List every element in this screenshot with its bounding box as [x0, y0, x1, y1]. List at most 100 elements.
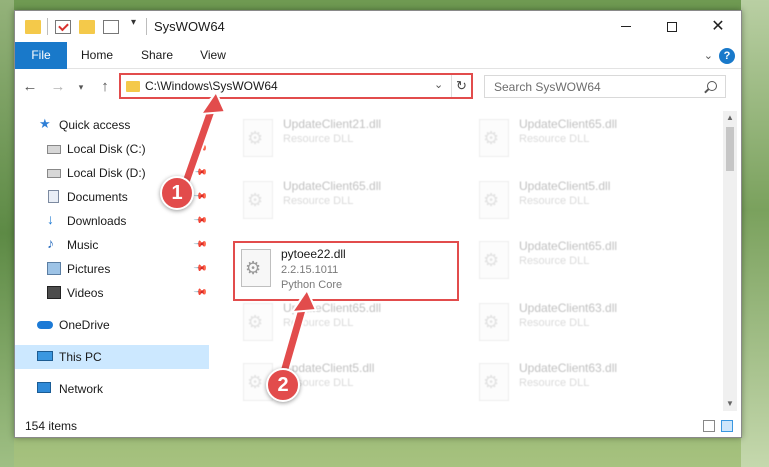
back-button[interactable]: ←	[20, 77, 40, 97]
minimize-icon	[621, 26, 631, 28]
forward-button[interactable]: →	[48, 77, 68, 97]
search-icon[interactable]	[707, 81, 717, 91]
pin-icon: 📌	[193, 236, 209, 252]
drive-icon	[47, 145, 61, 154]
pin-icon: 📌	[193, 260, 209, 276]
file-name: UpdateClient63.dll	[519, 361, 618, 375]
navigation-pane: ★ Quick access Local Disk (C:) 📌 Local D…	[15, 111, 209, 411]
sidebar-item-network[interactable]: Network	[15, 377, 209, 401]
highlighted-file-tile[interactable]: pytoee22.dll 2.2.15.1011 Python Core	[233, 241, 459, 301]
file-type: Resource DLL	[283, 195, 354, 207]
scroll-up-icon[interactable]: ▲	[723, 111, 737, 125]
navigation-bar: ← → ▾ ↑ C:\Windows\SysWOW64 ⌄ ↻ Search S…	[15, 69, 741, 105]
music-icon: ♪	[47, 235, 54, 251]
file-type: Resource DLL	[519, 255, 590, 267]
dll-file-icon	[479, 363, 509, 401]
maximize-button[interactable]	[649, 11, 695, 42]
sidebar-item-label: Videos	[67, 286, 104, 300]
dll-file-icon	[479, 241, 509, 279]
close-button[interactable]: ✕	[695, 11, 741, 42]
computer-icon	[37, 351, 53, 361]
file-tile[interactable]: UpdateClient65.dll Resource DLL	[235, 173, 455, 231]
pin-icon: 📌	[193, 212, 209, 228]
folder-icon	[126, 81, 140, 92]
sidebar-item-this-pc[interactable]: This PC	[15, 345, 209, 369]
pin-icon: 📌	[193, 140, 209, 156]
file-tile-pytoee22[interactable]: pytoee22.dll 2.2.15.1011 Python Core	[235, 243, 455, 301]
file-tile[interactable]: UpdateClient63.dll Resource DLL	[471, 295, 691, 353]
sidebar-item-quick-access[interactable]: ★ Quick access	[15, 113, 209, 137]
file-tile[interactable]: UpdateClient5.dll Resource DLL	[471, 173, 691, 231]
desktop-background-right	[741, 0, 769, 467]
dll-file-icon	[243, 119, 273, 157]
file-type: Resource DLL	[519, 133, 590, 145]
tab-share[interactable]: Share	[127, 42, 187, 69]
file-name: UpdateClient65.dll	[283, 179, 382, 193]
sidebar-item-onedrive[interactable]: OneDrive	[15, 313, 209, 337]
search-input[interactable]: Search SysWOW64	[484, 75, 726, 98]
tiles-view-icon[interactable]	[721, 420, 733, 432]
sidebar-item-label: This PC	[59, 350, 102, 364]
address-dropdown-icon[interactable]: ⌄	[434, 78, 443, 91]
sidebar-item-label: Downloads	[67, 214, 127, 228]
quick-access-toolbar-menu[interactable]: ▾	[131, 17, 136, 28]
documents-icon	[48, 190, 59, 203]
close-icon: ✕	[711, 18, 725, 35]
file-tile[interactable]: UpdateClient65.dll Resource DLL	[471, 111, 691, 169]
expand-ribbon-icon[interactable]: ⌄	[704, 49, 713, 62]
title-bar: ▾ SysWOW64 ✕	[15, 11, 741, 42]
file-tile[interactable]: UpdateClient21.dll Resource DLL	[235, 111, 455, 169]
title-divider	[146, 18, 147, 35]
network-icon	[37, 382, 51, 393]
tab-file[interactable]: File	[15, 42, 67, 69]
file-type: Resource DLL	[283, 133, 354, 145]
sidebar-item-label: Pictures	[67, 262, 111, 276]
details-view-icon[interactable]	[703, 420, 715, 432]
tab-home[interactable]: Home	[71, 42, 123, 69]
file-name: pytoee22.dll	[281, 247, 346, 261]
dll-file-icon	[243, 181, 273, 219]
dll-file-icon	[479, 119, 509, 157]
up-button[interactable]: ↑	[95, 77, 115, 97]
dll-file-icon	[479, 303, 509, 341]
file-name: UpdateClient63.dll	[519, 301, 618, 315]
dll-file-icon	[241, 249, 271, 287]
scroll-down-icon[interactable]: ▼	[723, 397, 737, 411]
customize-toolbar-icon[interactable]	[103, 20, 119, 34]
toolbar-divider	[47, 18, 48, 35]
step-1-callout: 1	[160, 176, 194, 210]
file-name: UpdateClient5.dll	[519, 179, 611, 193]
maximize-icon	[667, 21, 677, 32]
file-name: UpdateClient65.dll	[283, 301, 382, 315]
item-count: 154 items	[25, 419, 78, 433]
properties-icon[interactable]	[55, 20, 71, 34]
file-explorer-window: ▾ SysWOW64 ✕ File Home Share View ⌄ ? ← …	[14, 10, 742, 438]
file-tile[interactable]: UpdateClient65.dll Resource DLL	[471, 233, 691, 291]
file-type: Resource DLL	[519, 195, 590, 207]
file-name: UpdateClient65.dll	[519, 117, 618, 131]
file-tile[interactable]: UpdateClient65.dll Resource DLL	[235, 295, 455, 353]
search-placeholder: Search SysWOW64	[494, 80, 601, 94]
recent-locations-button[interactable]: ▾	[71, 77, 91, 97]
sidebar-item-downloads[interactable]: ↓ Downloads 📌	[15, 209, 209, 233]
file-type: Resource DLL	[519, 317, 590, 329]
sidebar-item-local-disk-c[interactable]: Local Disk (C:) 📌	[15, 137, 209, 161]
file-tile[interactable]: UpdateClient63.dll Resource DLL	[471, 355, 691, 411]
sidebar-item-videos[interactable]: Videos 📌	[15, 281, 209, 305]
sidebar-item-music[interactable]: ♪ Music 📌	[15, 233, 209, 257]
vertical-scrollbar[interactable]: ▲ ▼	[723, 111, 737, 411]
minimize-button[interactable]	[603, 11, 649, 42]
refresh-button[interactable]: ↻	[451, 75, 471, 97]
help-icon[interactable]: ?	[719, 48, 735, 64]
address-bar[interactable]: C:\Windows\SysWOW64 ⌄ ↻	[119, 73, 473, 99]
sidebar-item-label: Local Disk (C:)	[67, 142, 146, 156]
file-type: Resource DLL	[519, 377, 590, 389]
file-description: Python Core	[281, 279, 343, 291]
file-list: UpdateClient21.dll Resource DLL UpdateCl…	[213, 111, 723, 411]
tab-view[interactable]: View	[189, 42, 237, 69]
status-bar: 154 items	[15, 415, 741, 437]
address-path[interactable]: C:\Windows\SysWOW64	[145, 79, 278, 93]
new-folder-icon[interactable]	[79, 20, 95, 34]
sidebar-item-pictures[interactable]: Pictures 📌	[15, 257, 209, 281]
scroll-thumb[interactable]	[726, 127, 734, 171]
